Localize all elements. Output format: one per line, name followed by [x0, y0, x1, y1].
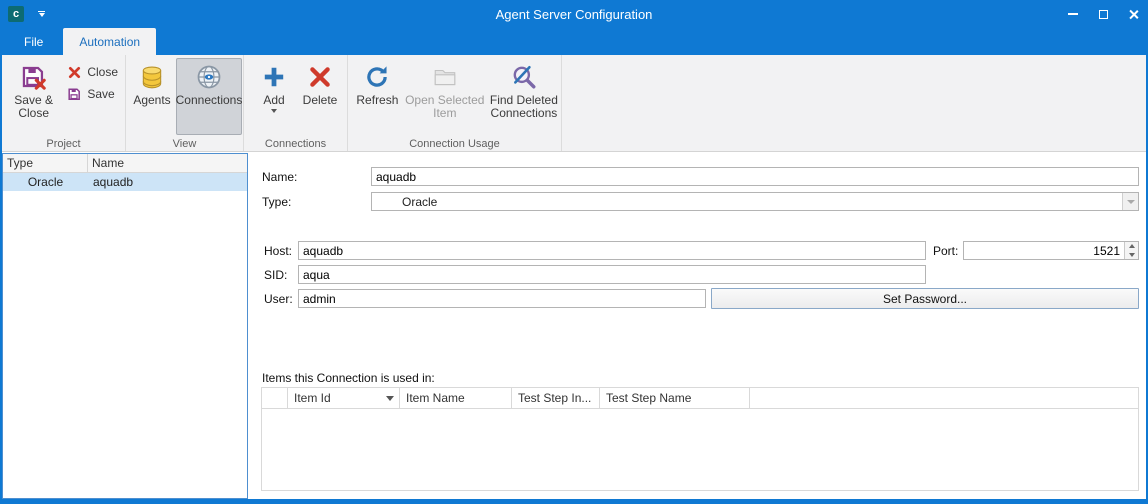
- open-selected-item-button[interactable]: Open Selected Item: [404, 58, 486, 135]
- minimize-icon: [1068, 13, 1078, 15]
- connection-row-aquadb[interactable]: Oracle aquadb: [3, 173, 247, 191]
- agents-button[interactable]: Agents: [130, 58, 174, 135]
- connection-row-type: Oracle: [3, 173, 88, 191]
- spin-up-icon[interactable]: [1125, 242, 1138, 251]
- type-value: Oracle: [372, 195, 437, 209]
- find-deleted-connections-label: Find Deleted Connections: [489, 94, 559, 120]
- group-caption-connection-usage: Connection Usage: [348, 138, 561, 150]
- window-title: Agent Server Configuration: [0, 7, 1148, 22]
- chevron-down-icon: [1127, 200, 1135, 204]
- set-password-button[interactable]: Set Password...: [711, 288, 1139, 309]
- close-button[interactable]: Close: [63, 61, 125, 83]
- connection-row-name: aquadb: [88, 173, 247, 191]
- maximize-button[interactable]: [1088, 0, 1118, 28]
- save-label: Save: [87, 87, 114, 101]
- minimize-button[interactable]: [1058, 0, 1088, 28]
- close-label: Close: [87, 65, 118, 79]
- port-input[interactable]: [964, 242, 1124, 259]
- add-label: Add: [263, 94, 284, 107]
- name-input[interactable]: [371, 167, 1139, 186]
- column-header-item-id[interactable]: Item Id: [288, 388, 400, 408]
- add-dropdown-chevron-icon: [271, 109, 277, 113]
- port-spinner[interactable]: [963, 241, 1139, 260]
- group-caption-project: Project: [2, 138, 125, 150]
- title-bar: c Agent Server Configuration: [0, 0, 1148, 28]
- user-label: User:: [264, 292, 293, 306]
- host-input[interactable]: [298, 241, 926, 260]
- column-header-test-step-name[interactable]: Test Step Name: [600, 388, 750, 408]
- ribbon: Save & Close Close: [2, 55, 1146, 152]
- group-caption-view: View: [126, 138, 243, 150]
- window-controls: [1058, 0, 1148, 28]
- open-folder-icon: [432, 62, 458, 92]
- find-deleted-connections-button[interactable]: Find Deleted Connections: [488, 58, 560, 135]
- tab-file[interactable]: File: [8, 28, 59, 55]
- connections-button[interactable]: Connections: [176, 58, 242, 135]
- ribbon-group-connection-usage: Refresh Open Selected Item: [348, 55, 562, 151]
- column-header-test-step-in[interactable]: Test Step In...: [512, 388, 600, 408]
- ribbon-tab-row: File Automation: [0, 28, 1148, 55]
- delete-button[interactable]: Delete: [297, 58, 343, 135]
- item-id-label: Item Id: [294, 391, 331, 405]
- grid-indicator-column: [262, 388, 288, 408]
- save-and-close-icon: [20, 62, 47, 92]
- name-label: Name:: [262, 170, 297, 184]
- main-area: Type Name Oracle aquadb Name: Type: Orac…: [2, 153, 1146, 499]
- agents-database-icon: [139, 62, 165, 92]
- close-window-button[interactable]: [1118, 0, 1148, 28]
- usage-grid-header: Item Id Item Name Test Step In... Test S…: [262, 388, 1138, 409]
- connection-detail-panel: Name: Type: Oracle Host: Port: SID: User…: [249, 153, 1146, 499]
- host-label: Host:: [264, 244, 292, 258]
- usage-caption: Items this Connection is used in:: [262, 371, 435, 385]
- close-icon: [1128, 9, 1139, 20]
- open-selected-item-label: Open Selected Item: [405, 94, 485, 120]
- type-dropdown-button[interactable]: [1122, 193, 1138, 210]
- agents-label: Agents: [133, 94, 170, 107]
- refresh-label: Refresh: [356, 94, 398, 107]
- port-label: Port:: [933, 244, 958, 258]
- add-plus-icon: [261, 62, 287, 92]
- save-and-close-button[interactable]: Save & Close: [9, 58, 58, 135]
- type-combobox[interactable]: Oracle: [371, 192, 1139, 211]
- quick-access-chevron-down-icon[interactable]: [38, 11, 45, 17]
- save-and-close-label: Save & Close: [10, 94, 57, 120]
- connections-label: Connections: [176, 94, 243, 107]
- sid-label: SID:: [264, 268, 287, 282]
- close-red-icon: [66, 66, 83, 79]
- usage-grid: Item Id Item Name Test Step In... Test S…: [261, 387, 1139, 491]
- ribbon-group-project: Save & Close Close: [2, 55, 126, 151]
- connections-list-header: Type Name: [3, 154, 247, 173]
- spin-down-icon[interactable]: [1125, 251, 1138, 260]
- column-header-type[interactable]: Type: [3, 154, 88, 172]
- type-label: Type:: [262, 195, 291, 209]
- app-icon: c: [8, 6, 24, 22]
- find-deleted-magnifier-icon: [511, 62, 537, 92]
- column-header-name[interactable]: Name: [88, 154, 247, 172]
- tab-automation[interactable]: Automation: [63, 28, 156, 55]
- delete-label: Delete: [303, 94, 338, 107]
- column-header-item-name[interactable]: Item Name: [400, 388, 512, 408]
- user-input[interactable]: [298, 289, 706, 308]
- sid-input[interactable]: [298, 265, 926, 284]
- ribbon-group-connections: Add Delete Connections: [244, 55, 348, 151]
- connections-list-panel: Type Name Oracle aquadb: [2, 153, 248, 499]
- column-header-filler: [750, 388, 1138, 408]
- refresh-button[interactable]: Refresh: [353, 58, 402, 135]
- usage-grid-body[interactable]: [262, 409, 1138, 490]
- maximize-icon: [1099, 10, 1108, 19]
- add-button[interactable]: Add: [253, 58, 295, 135]
- refresh-icon: [364, 62, 390, 92]
- filter-chevron-icon[interactable]: [386, 396, 394, 401]
- save-button[interactable]: Save: [63, 83, 125, 105]
- group-caption-connections: Connections: [244, 138, 347, 150]
- port-spin-buttons[interactable]: [1124, 242, 1138, 259]
- agent-server-configuration-window: c Agent Server Configuration File Automa…: [0, 0, 1148, 504]
- save-icon: [66, 87, 83, 102]
- connections-globe-icon: [195, 62, 223, 92]
- delete-x-icon: [307, 62, 333, 92]
- ribbon-group-view: Agents Connections View: [126, 55, 244, 151]
